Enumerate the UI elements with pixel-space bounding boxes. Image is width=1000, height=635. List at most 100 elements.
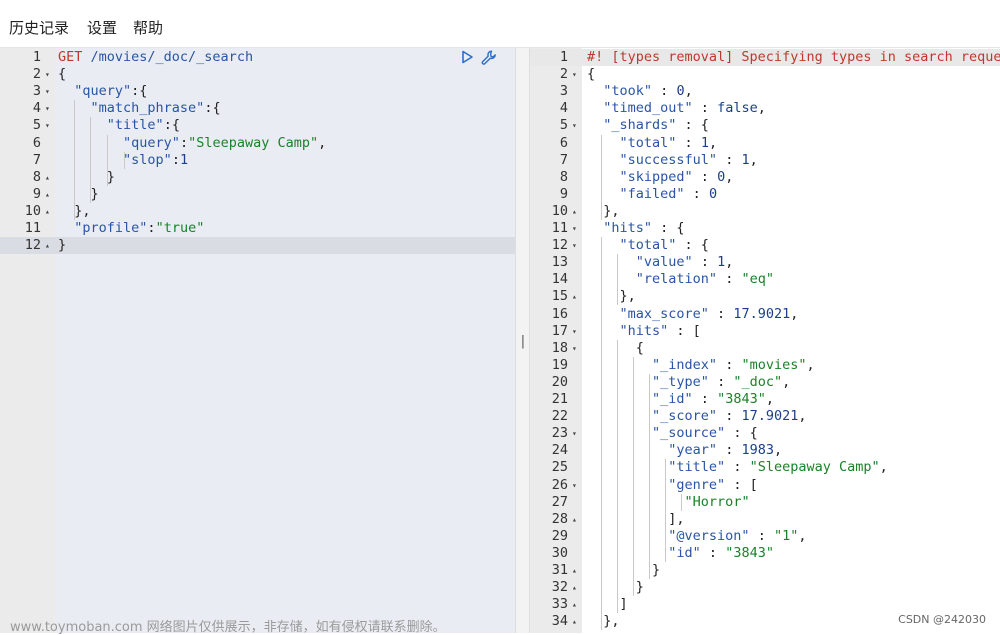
unfold-arrow-icon[interactable]: ▴ xyxy=(572,596,577,613)
code-text: "query":{ xyxy=(74,83,148,100)
code-text: "Horror" xyxy=(684,493,750,510)
unfold-arrow-icon[interactable]: ▴ xyxy=(45,169,50,186)
unfold-arrow-icon[interactable]: ▴ xyxy=(45,186,50,203)
code-line: 5 ▾ "title":{ xyxy=(0,117,515,134)
code-text: "hits" : [ xyxy=(619,322,701,339)
line-number: 18 xyxy=(551,339,568,356)
line-number: 1 xyxy=(32,49,41,65)
line-number: 24 xyxy=(551,442,568,459)
line-number: 17 xyxy=(551,322,568,339)
code-text: } xyxy=(587,579,644,596)
fold-arrow-icon[interactable]: ▾ xyxy=(572,220,577,237)
fold-arrow-icon[interactable]: ▾ xyxy=(45,83,50,100)
line-number: 3 xyxy=(32,83,41,100)
line-number: 20 xyxy=(551,373,568,390)
watermark-text: www.toymoban.com 网络图片仅供展示，非存储，如有侵权请联系删除。 xyxy=(10,620,446,635)
code-line: 6 "query":"Sleepaway Camp", xyxy=(0,135,515,152)
indent-guide xyxy=(601,237,602,631)
fold-arrow-icon[interactable]: ▾ xyxy=(572,117,577,134)
code-line: 1 #! [types removal] Specifying types in … xyxy=(530,49,1000,66)
line-number: 13 xyxy=(551,254,568,271)
code-text: "successful" : 1, xyxy=(619,151,758,168)
line-number: 12 xyxy=(24,237,41,254)
menu-item-settings[interactable]: 设置 xyxy=(87,17,117,38)
pane-resize-handle[interactable]: || xyxy=(515,48,535,633)
code-text: "total" : { xyxy=(619,237,709,254)
code-text: "timed_out" : false, xyxy=(603,100,766,117)
fold-arrow-icon[interactable]: ▾ xyxy=(45,100,50,117)
line-number: 9 xyxy=(559,185,568,202)
line-number: 16 xyxy=(551,305,568,322)
code-text: "value" : 1, xyxy=(635,254,734,271)
code-line: 3 "took" : 0, xyxy=(530,83,1000,100)
unfold-arrow-icon[interactable]: ▴ xyxy=(45,203,50,220)
code-text: "_index" : "movies", xyxy=(652,356,815,373)
code-text: "id" : "3843" xyxy=(668,544,774,561)
code-text: "query":"Sleepaway Camp", xyxy=(123,134,327,151)
code-text: } xyxy=(58,237,67,254)
line-number: 30 xyxy=(551,544,568,561)
code-text: "@version" : "1", xyxy=(668,527,807,544)
menu-item-help[interactable]: 帮助 xyxy=(133,17,163,38)
code-text: #! [types removal] Specifying types in s… xyxy=(587,49,1000,65)
code-text: "title":{ xyxy=(106,117,180,134)
fold-arrow-icon[interactable]: ▾ xyxy=(572,477,577,494)
code-line: 12 ▴} xyxy=(0,237,515,255)
line-number: 5 xyxy=(559,117,568,134)
indent-guide xyxy=(90,117,91,203)
fold-arrow-icon[interactable]: ▾ xyxy=(572,340,577,357)
request-editor[interactable]: 1 GET /movies/_doc/_search 2 ▾{3 ▾ "query":{… xyxy=(0,48,515,633)
code-line: 4 "timed_out" : false, xyxy=(530,100,1000,117)
code-line: 2 ▾ { xyxy=(530,66,1000,83)
fold-arrow-icon[interactable]: ▾ xyxy=(45,117,50,134)
indent-guide xyxy=(617,339,618,614)
indent-guide xyxy=(124,151,125,169)
code-line: 7 "slop":1 xyxy=(0,152,515,169)
unfold-arrow-icon[interactable]: ▴ xyxy=(572,288,577,305)
code-text: "_shards" : { xyxy=(603,117,709,134)
unfold-arrow-icon[interactable]: ▴ xyxy=(572,579,577,596)
code-text: "profile":"true" xyxy=(74,220,205,236)
line-number: 1 xyxy=(559,49,568,65)
indent-guide xyxy=(74,100,75,220)
unfold-arrow-icon[interactable]: ▴ xyxy=(572,613,577,630)
code-text: { xyxy=(587,66,596,83)
code-text: "took" : 0, xyxy=(603,83,693,100)
line-number: 5 xyxy=(32,117,41,134)
line-number: 21 xyxy=(551,391,568,407)
fold-arrow-icon[interactable]: ▾ xyxy=(572,66,577,83)
line-number: 32 xyxy=(551,579,568,596)
line-number: 25 xyxy=(551,459,568,476)
line-number: 28 xyxy=(551,510,568,527)
unfold-arrow-icon[interactable]: ▴ xyxy=(572,203,577,220)
line-number: 8 xyxy=(32,168,41,185)
unfold-arrow-icon[interactable]: ▴ xyxy=(572,562,577,579)
code-line: 1 GET /movies/_doc/_search xyxy=(0,49,515,66)
code-line: 8 ▴ } xyxy=(0,169,515,186)
fold-arrow-icon[interactable]: ▾ xyxy=(572,323,577,340)
menu-item-history[interactable]: 历史记录 xyxy=(9,17,69,38)
fold-arrow-icon[interactable]: ▾ xyxy=(45,66,50,83)
code-line: 9 ▴ } xyxy=(0,186,515,203)
indent-guide xyxy=(633,356,634,597)
code-line: 4 ▾ "match_phrase":{ xyxy=(0,100,515,117)
code-line: 11 ▾ "hits" : { xyxy=(530,220,1000,237)
fold-arrow-icon[interactable]: ▾ xyxy=(572,425,577,442)
unfold-arrow-icon[interactable]: ▴ xyxy=(572,511,577,528)
response-viewer[interactable]: 1 #! [types removal] Specifying types in … xyxy=(530,48,1000,633)
line-number: 11 xyxy=(551,220,568,236)
code-text: GET /movies/_doc/_search xyxy=(58,49,254,65)
code-text: "genre" : [ xyxy=(668,476,758,493)
code-line: 3 ▾ "query":{ xyxy=(0,83,515,100)
line-number: 34 xyxy=(551,613,568,630)
code-text: }, xyxy=(587,202,620,219)
code-text: "max_score" : 17.9021, xyxy=(619,305,799,322)
code-text: "_score" : 17.9021, xyxy=(652,408,807,425)
fold-arrow-icon[interactable]: ▾ xyxy=(572,237,577,254)
indent-guide xyxy=(649,373,650,580)
code-text: "skipped" : 0, xyxy=(619,168,734,185)
line-number: 2 xyxy=(32,66,41,83)
unfold-arrow-icon[interactable]: ▴ xyxy=(45,237,50,254)
indent-guide xyxy=(681,493,682,511)
indent-guide xyxy=(601,134,602,220)
